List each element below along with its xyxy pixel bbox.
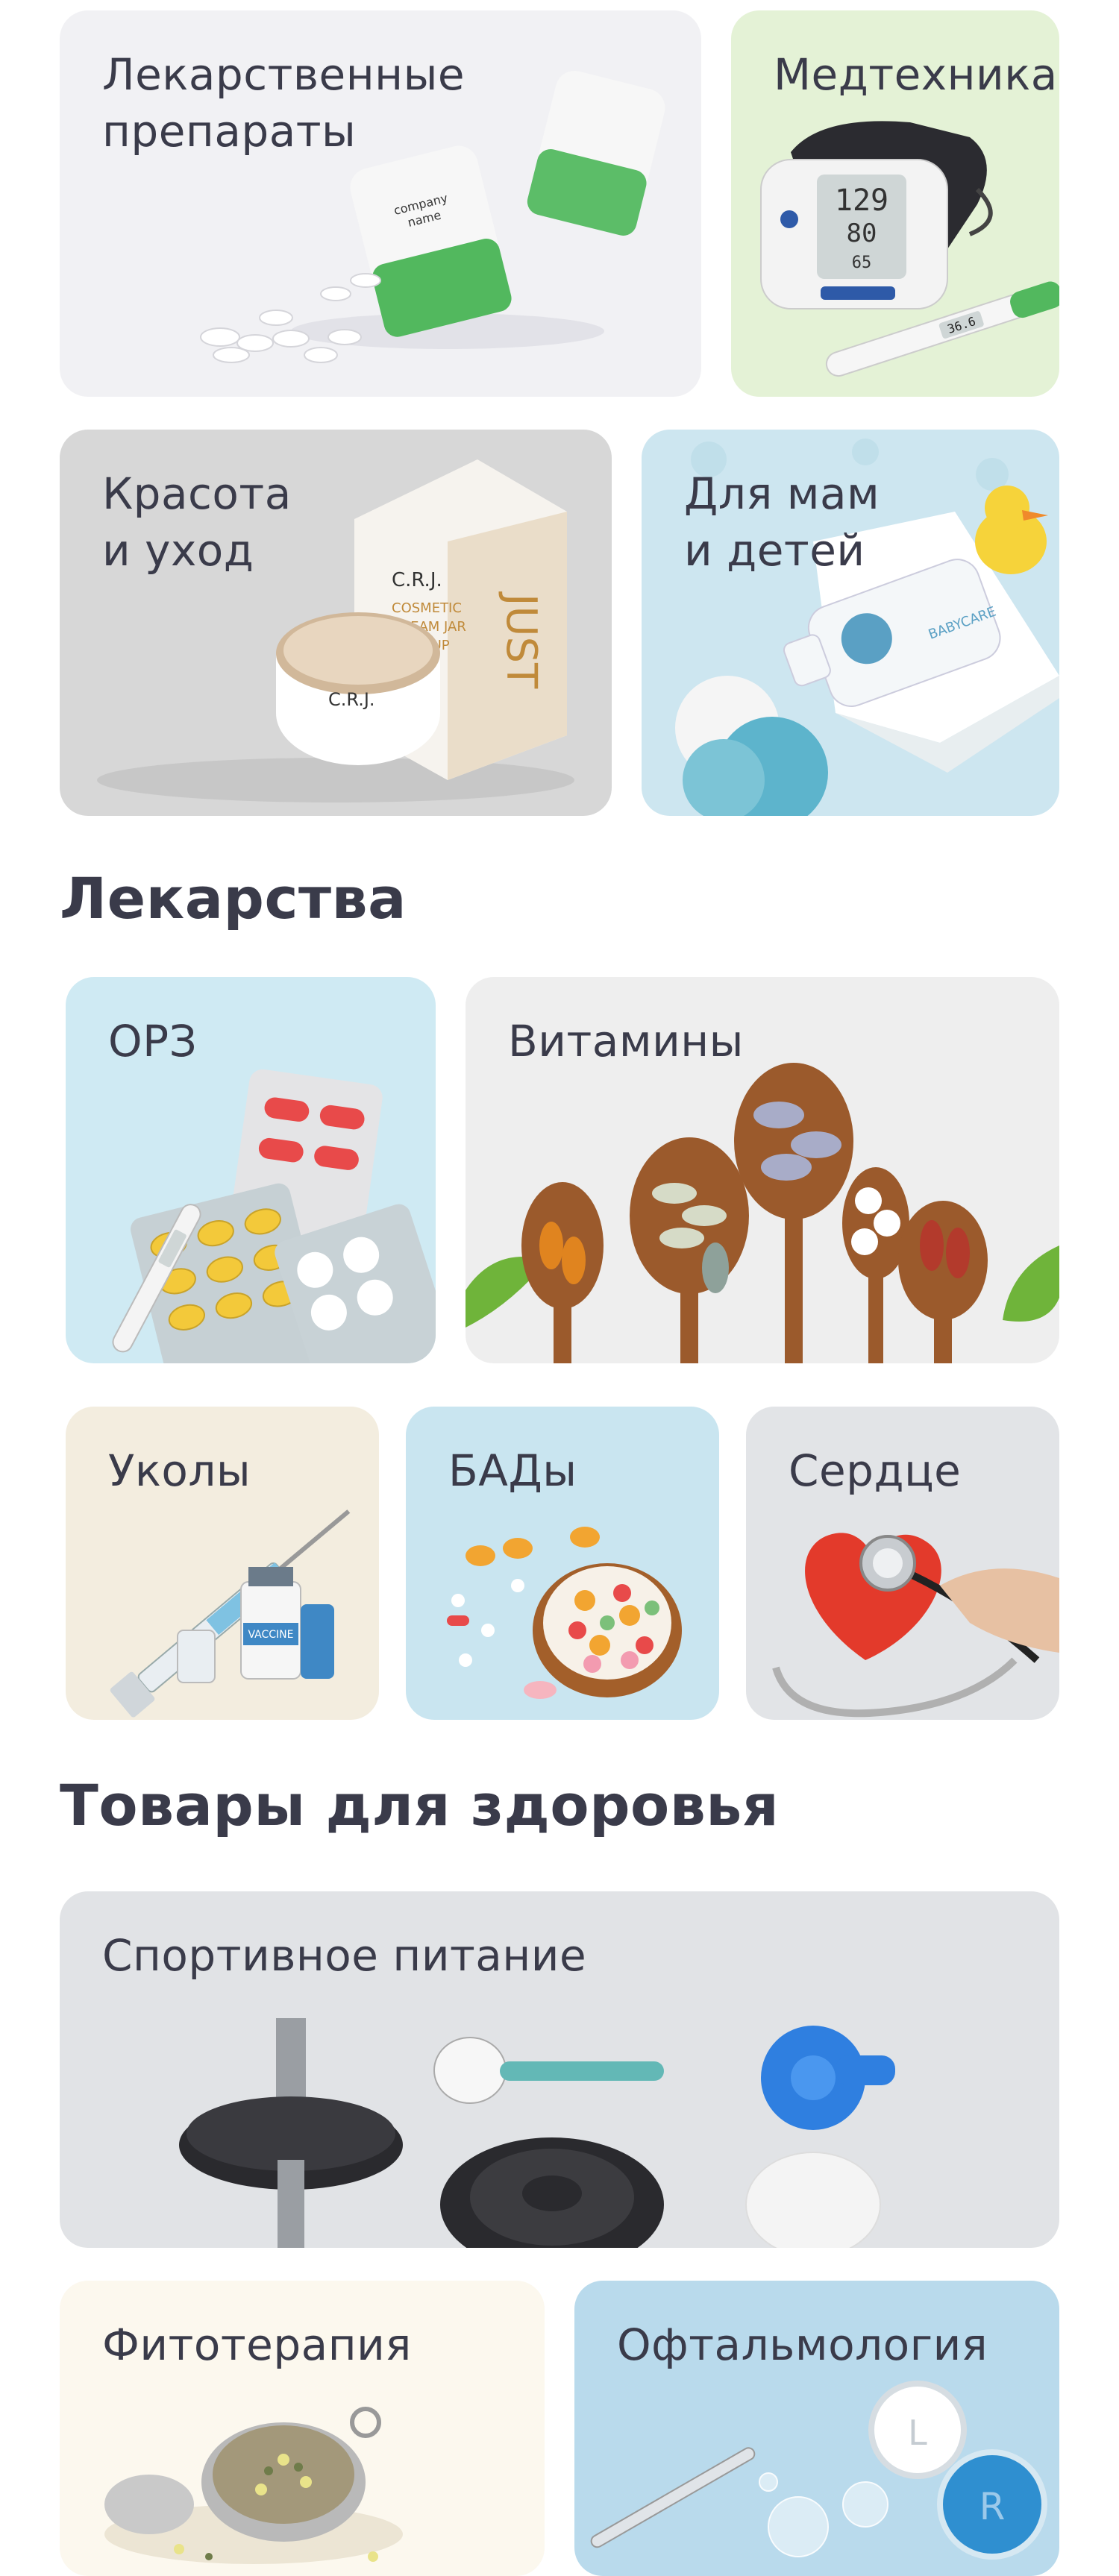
category-card-medicines[interactable]: Лекарственные препараты company name [60,10,701,397]
medicine-card-supplements[interactable]: БАДы [406,1407,719,1720]
svg-text:80: 80 [847,219,877,248]
medicine-card-cold-flu[interactable]: ОРЗ [66,977,436,1363]
svg-text:C.R.J.: C.R.J. [392,569,442,591]
health-card-sports-nutrition[interactable]: Спортивное питание [60,1891,1059,2248]
category-label: Витамины [508,1016,744,1066]
svg-text:JUST: JUST [497,591,545,689]
category-card-medical-equipment[interactable]: Медтехника 129 80 65 36.6 [731,10,1059,397]
category-label: Медтехника [774,49,1058,100]
category-label: Офтальмология [617,2319,988,2370]
svg-text:65: 65 [852,254,872,272]
svg-text:L: L [908,2413,927,2453]
category-label: Сердце [789,1445,962,1496]
category-label: Уколы [108,1445,251,1496]
category-label: Фитотерапия [102,2319,412,2370]
svg-text:COSMETIC: COSMETIC [392,600,462,616]
svg-text:129: 129 [835,183,888,218]
svg-text:C.R.J.: C.R.J. [328,689,375,710]
section-title-health-goods: Товары для здоровья [60,1772,780,1838]
category-label: Для мам и детей [684,468,880,576]
category-label: Красота и уход [102,468,292,576]
category-label: БАДы [448,1445,577,1496]
medicine-card-vitamins[interactable]: Витамины [466,977,1059,1363]
health-card-ophthalmology[interactable]: Офтальмология L R [574,2281,1059,2576]
medicine-card-heart[interactable]: Сердце [746,1407,1059,1720]
category-label: ОРЗ [108,1016,198,1066]
svg-text:VACCINE: VACCINE [248,1629,293,1641]
svg-text:R: R [979,2485,1006,2528]
medicine-card-injections[interactable]: Уколы VACCINE [66,1407,379,1720]
category-label: Спортивное питание [102,1930,587,1981]
section-title-medicines: Лекарства [60,865,407,932]
health-card-phytotherapy[interactable]: Фитотерапия [60,2281,545,2576]
category-card-mothers-children[interactable]: Для мам и детей BABYCARE [642,430,1059,816]
category-label: Лекарственные препараты [102,49,466,157]
category-card-beauty-care[interactable]: Красота и уход C.R.J. COSMETIC CREAM JAR… [60,430,612,816]
